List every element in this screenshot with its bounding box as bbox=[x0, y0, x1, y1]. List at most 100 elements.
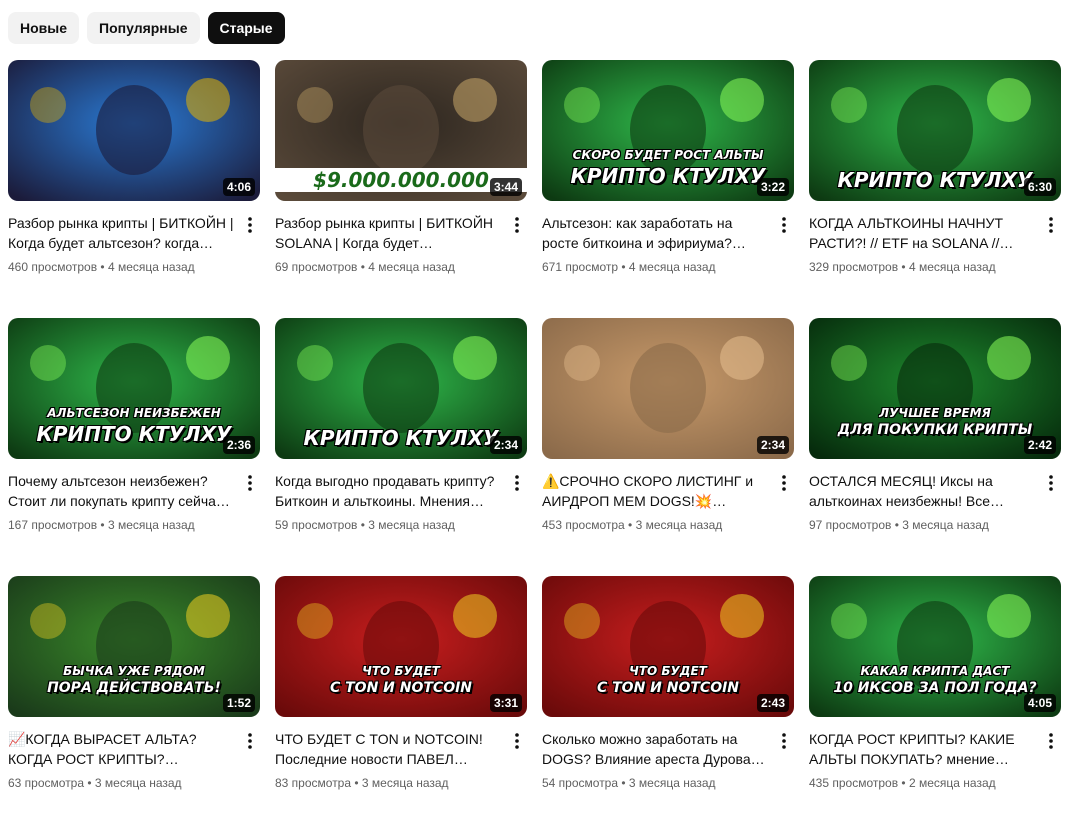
video-title[interactable]: КОГДА РОСТ КРИПТЫ? КАКИЕ АЛЬТЫ ПОКУПАТЬ?… bbox=[809, 729, 1035, 769]
video-title[interactable]: ОСТАЛСЯ МЕСЯЦ! Иксы на альткоинах неизбе… bbox=[809, 471, 1035, 511]
thumbnail-text: 10 ИКСОВ ЗА ПОЛ ГОДА? bbox=[833, 680, 1037, 696]
video-stats: 59 просмотров • 3 месяца назад bbox=[275, 517, 501, 533]
stats-separator: • bbox=[351, 776, 362, 790]
video-thumbnail[interactable]: 2:34 bbox=[542, 318, 794, 459]
thumbnail-subtext: СКОРО БУДЕТ РОСТ АЛЬТЫ bbox=[572, 148, 764, 162]
video-card: ЧТО БУДЕТ С TON И NOTCOIN 3:31 ЧТО БУДЕТ… bbox=[275, 576, 527, 834]
video-thumbnail[interactable]: СКОРО БУДЕТ РОСТ АЛЬТЫ КРИПТО КТУЛХУ 3:2… bbox=[542, 60, 794, 201]
more-options-icon[interactable] bbox=[507, 729, 527, 753]
video-thumbnail[interactable]: КАКАЯ КРИПТА ДАСТ 10 ИКСОВ ЗА ПОЛ ГОДА? … bbox=[809, 576, 1061, 717]
video-card: $9.000.000.000 3:44 Разбор рынка крипты … bbox=[275, 60, 527, 318]
video-thumbnail[interactable]: 4:06 bbox=[8, 60, 260, 201]
thumbnail-text: С TON И NOTCOIN bbox=[329, 680, 473, 696]
stats-separator: • bbox=[97, 260, 108, 274]
upload-age: 2 месяца назад bbox=[908, 776, 996, 790]
video-duration: 3:44 bbox=[489, 178, 522, 196]
more-options-icon[interactable] bbox=[774, 213, 794, 237]
video-stats: 167 просмотров • 3 месяца назад bbox=[8, 517, 234, 533]
video-thumbnail[interactable]: $9.000.000.000 3:44 bbox=[275, 60, 527, 201]
view-count: 59 просмотров bbox=[275, 518, 358, 532]
chip-oldest[interactable]: Старые bbox=[207, 12, 285, 44]
stats-separator: • bbox=[357, 260, 369, 274]
thumbnail-subtext: ЛУЧШЕЕ ВРЕМЯ bbox=[879, 406, 991, 420]
video-title[interactable]: 📈КОГДА ВЫРАСЕТ АЛЬТА? КОГДА РОСТ КРИПТЫ?… bbox=[8, 729, 234, 769]
stats-separator: • bbox=[898, 260, 909, 274]
video-duration: 4:06 bbox=[222, 178, 255, 196]
more-options-icon[interactable] bbox=[240, 729, 260, 753]
upload-age: 3 месяца назад bbox=[361, 776, 449, 790]
stats-separator: • bbox=[891, 518, 903, 532]
video-card: СКОРО БУДЕТ РОСТ АЛЬТЫ КРИПТО КТУЛХУ 3:2… bbox=[542, 60, 794, 318]
video-duration: 6:30 bbox=[1023, 178, 1056, 196]
video-title[interactable]: Альтсезон: как заработать на росте битко… bbox=[542, 213, 768, 253]
video-stats: 63 просмотра • 3 месяца назад bbox=[8, 775, 234, 791]
video-title[interactable]: Почему альтсезон неизбежен? Стоит ли пок… bbox=[8, 471, 234, 511]
upload-age: 3 месяца назад bbox=[635, 518, 723, 532]
video-duration: 3:22 bbox=[756, 178, 789, 196]
more-options-icon[interactable] bbox=[240, 213, 260, 237]
video-card: БЫЧКА УЖЕ РЯДОМ ПОРА ДЕЙСТВОВАТЬ! 1:52 📈… bbox=[8, 576, 260, 834]
video-card: ЧТО БУДЕТ С TON И NOTCOIN 2:43 Сколько м… bbox=[542, 576, 794, 834]
video-thumbnail[interactable]: КРИПТО КТУЛХУ 2:34 bbox=[275, 318, 527, 459]
thumbnail-subtext: КАКАЯ КРИПТА ДАСТ bbox=[860, 664, 1010, 678]
video-duration: 2:42 bbox=[1023, 436, 1056, 454]
stats-separator: • bbox=[624, 518, 636, 532]
upload-age: 4 месяца назад bbox=[368, 260, 455, 274]
thumbnail-text: ПОРА ДЕЙСТВОВАТЬ! bbox=[47, 680, 221, 696]
video-grid: 4:06 Разбор рынка крипты | БИТКОЙН | Ког… bbox=[8, 60, 1062, 834]
video-card: АЛЬТСЕЗОН НЕИЗБЕЖЕН КРИПТО КТУЛХУ 2:36 П… bbox=[8, 318, 260, 576]
video-card: 2:34 ⚠️СРОЧНО СКОРО ЛИСТИНГ и АИРДРОП ME… bbox=[542, 318, 794, 576]
upload-age: 3 месяца назад bbox=[94, 776, 182, 790]
video-card: КРИПТО КТУЛХУ 6:30 КОГДА АЛЬТКОИНЫ НАЧНУ… bbox=[809, 60, 1061, 318]
video-thumbnail[interactable]: КРИПТО КТУЛХУ 6:30 bbox=[809, 60, 1061, 201]
view-count: 453 просмотра bbox=[542, 518, 625, 532]
stats-separator: • bbox=[84, 776, 95, 790]
video-title[interactable]: Сколько можно заработать на DOGS? Влияни… bbox=[542, 729, 768, 769]
video-title[interactable]: Когда выгодно продавать крипту? Биткоин … bbox=[275, 471, 501, 511]
chip-newest[interactable]: Новые bbox=[8, 12, 80, 44]
video-duration: 4:05 bbox=[1023, 694, 1056, 712]
video-thumbnail[interactable]: ЛУЧШЕЕ ВРЕМЯ ДЛЯ ПОКУПКИ КРИПТЫ 2:42 bbox=[809, 318, 1061, 459]
video-title[interactable]: Разбор рынка крипты | БИТКОЙН SOLANA | К… bbox=[275, 213, 501, 253]
more-options-icon[interactable] bbox=[774, 729, 794, 753]
video-title[interactable]: КОГДА АЛЬТКОИНЫ НАЧНУТ РАСТИ?! // ETF на… bbox=[809, 213, 1035, 253]
video-duration: 2:34 bbox=[756, 436, 789, 454]
video-stats: 69 просмотров • 4 месяца назад bbox=[275, 259, 501, 275]
upload-age: 3 месяца назад bbox=[628, 776, 716, 790]
video-stats: 460 просмотров • 4 месяца назад bbox=[8, 259, 234, 275]
video-stats: 453 просмотра • 3 месяца назад bbox=[542, 517, 768, 533]
video-stats: 83 просмотра • 3 месяца назад bbox=[275, 775, 501, 791]
video-title[interactable]: ЧТО БУДЕТ С TON и NOTCOIN! Последние нов… bbox=[275, 729, 501, 769]
video-duration: 2:36 bbox=[222, 436, 255, 454]
thumbnail-subtext: ЧТО БУДЕТ bbox=[629, 664, 707, 678]
thumbnail-subtext: ЧТО БУДЕТ bbox=[362, 664, 440, 678]
video-title[interactable]: Разбор рынка крипты | БИТКОЙН | Когда бу… bbox=[8, 213, 234, 253]
view-count: 329 просмотров bbox=[809, 260, 899, 274]
thumbnail-text: ДЛЯ ПОКУПКИ КРИПТЫ bbox=[837, 422, 1033, 438]
video-stats: 97 просмотров • 3 месяца назад bbox=[809, 517, 1035, 533]
chip-popular[interactable]: Популярные bbox=[87, 12, 200, 44]
view-count: 460 просмотров bbox=[8, 260, 98, 274]
video-card: КРИПТО КТУЛХУ 2:34 Когда выгодно продава… bbox=[275, 318, 527, 576]
more-options-icon[interactable] bbox=[1041, 729, 1061, 753]
more-options-icon[interactable] bbox=[240, 471, 260, 495]
more-options-icon[interactable] bbox=[507, 471, 527, 495]
upload-age: 4 месяца назад bbox=[628, 260, 716, 274]
video-thumbnail[interactable]: ЧТО БУДЕТ С TON И NOTCOIN 3:31 bbox=[275, 576, 527, 717]
video-stats: 54 просмотра • 3 месяца назад bbox=[542, 775, 768, 791]
more-options-icon[interactable] bbox=[1041, 471, 1061, 495]
more-options-icon[interactable] bbox=[1041, 213, 1061, 237]
video-thumbnail[interactable]: ЧТО БУДЕТ С TON И NOTCOIN 2:43 bbox=[542, 576, 794, 717]
more-options-icon[interactable] bbox=[507, 213, 527, 237]
video-title[interactable]: ⚠️СРОЧНО СКОРО ЛИСТИНГ и АИРДРОП MEM DOG… bbox=[542, 471, 768, 511]
view-count: 54 просмотра bbox=[542, 776, 619, 790]
video-stats: 671 просмотр • 4 месяца назад bbox=[542, 259, 768, 275]
filter-chips: Новые Популярные Старые bbox=[8, 12, 285, 44]
upload-age: 4 месяца назад bbox=[908, 260, 996, 274]
view-count: 83 просмотра bbox=[275, 776, 352, 790]
video-thumbnail[interactable]: БЫЧКА УЖЕ РЯДОМ ПОРА ДЕЙСТВОВАТЬ! 1:52 bbox=[8, 576, 260, 717]
video-thumbnail[interactable]: АЛЬТСЕЗОН НЕИЗБЕЖЕН КРИПТО КТУЛХУ 2:36 bbox=[8, 318, 260, 459]
more-options-icon[interactable] bbox=[774, 471, 794, 495]
stats-separator: • bbox=[618, 260, 629, 274]
video-duration: 2:34 bbox=[489, 436, 522, 454]
